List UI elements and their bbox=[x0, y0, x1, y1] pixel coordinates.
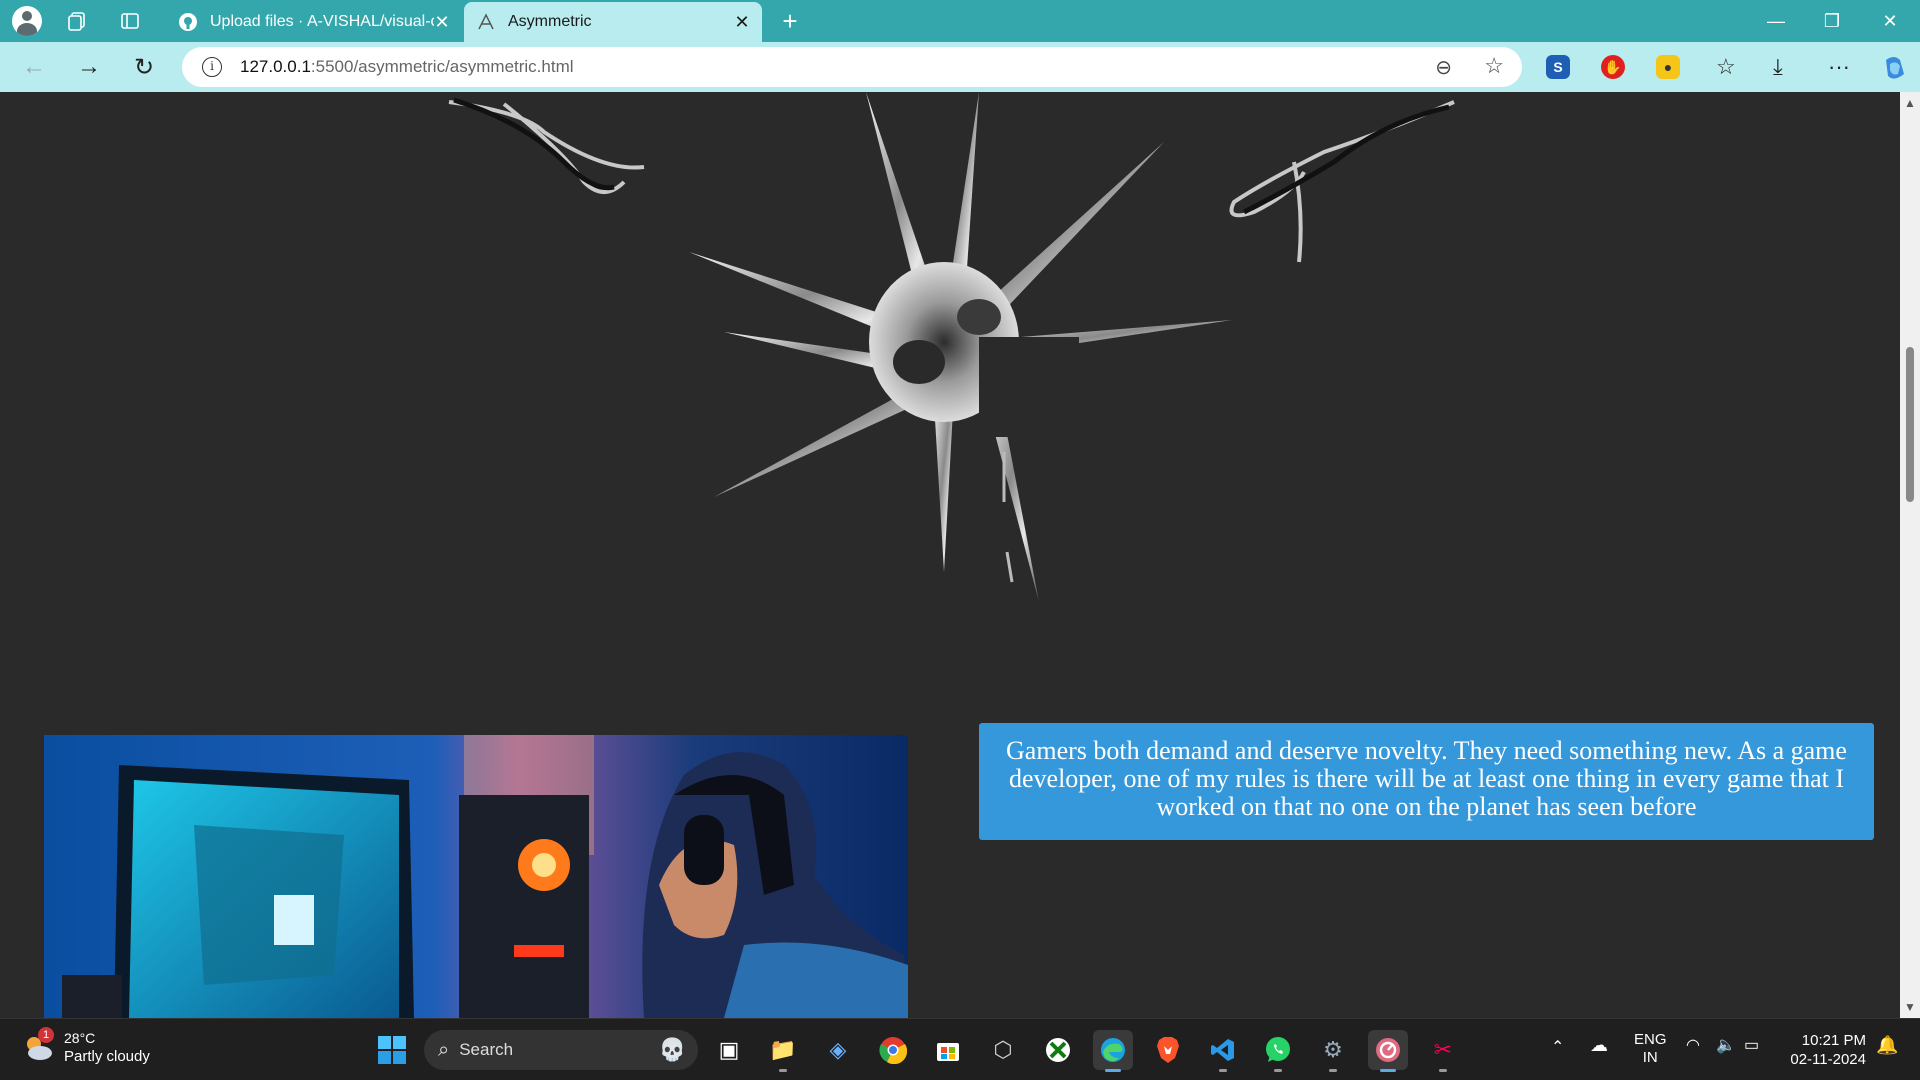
weather-badge: 1 bbox=[38, 1027, 54, 1043]
workspaces-button[interactable] bbox=[62, 6, 92, 36]
notification-bell-icon[interactable]: 🔔 bbox=[1876, 1035, 1898, 1056]
xbox-button[interactable] bbox=[1038, 1030, 1078, 1070]
vscode-icon bbox=[1211, 1039, 1234, 1061]
quote-text: Gamers both demand and deserve novelty. … bbox=[1006, 736, 1847, 821]
new-tab-button[interactable]: + bbox=[775, 6, 805, 36]
taskbar: 1 28°C Partly cloudy ⌕ Search 💀 ▣ 📁 ◈ ⬡ bbox=[0, 1018, 1920, 1080]
settings-button[interactable]: ⚙ bbox=[1313, 1030, 1353, 1072]
edge-button[interactable] bbox=[1093, 1030, 1133, 1072]
whatsapp-icon bbox=[1266, 1037, 1290, 1062]
restore-button[interactable]: ❐ bbox=[1804, 0, 1860, 42]
favorites-icon[interactable]: ☆ bbox=[1716, 54, 1736, 80]
zoom-out-icon[interactable]: ⊖ bbox=[1435, 55, 1452, 80]
scrollbar-thumb[interactable] bbox=[1906, 347, 1914, 502]
windows-logo-icon bbox=[378, 1036, 406, 1064]
battery-icon[interactable]: ▭ bbox=[1744, 1035, 1759, 1055]
start-button[interactable] bbox=[372, 1030, 412, 1070]
wifi-icon[interactable]: ◠ bbox=[1686, 1035, 1700, 1055]
url-text: 127.0.0.1:5500/asymmetric/asymmetric.htm… bbox=[240, 57, 574, 77]
extension-translate-icon[interactable]: S bbox=[1546, 55, 1570, 79]
profile-avatar-icon bbox=[12, 6, 42, 36]
task-view-button[interactable]: ▣ bbox=[709, 1030, 749, 1070]
xbox-icon bbox=[1046, 1038, 1070, 1062]
asymmetric-logo-icon bbox=[476, 12, 496, 32]
snipping-tool-button[interactable] bbox=[1368, 1030, 1408, 1072]
unity-icon: ⬡ bbox=[993, 1037, 1013, 1062]
gamer-photo bbox=[44, 735, 908, 1018]
brave-button[interactable] bbox=[1148, 1030, 1188, 1070]
close-tab-icon[interactable]: ✕ bbox=[434, 12, 450, 33]
url-field[interactable]: i 127.0.0.1:5500/asymmetric/asymmetric.h… bbox=[182, 47, 1522, 87]
url-path: :5500/asymmetric/asymmetric.html bbox=[310, 57, 574, 76]
tab-title: Upload files · A-VISHAL/visual-co bbox=[210, 13, 434, 30]
profile-button[interactable] bbox=[12, 6, 42, 36]
close-window-button[interactable]: ✕ bbox=[1862, 0, 1918, 42]
copilot-app-icon: ◈ bbox=[829, 1037, 847, 1062]
back-button[interactable]: ← bbox=[18, 52, 50, 82]
unity-button[interactable]: ⬡ bbox=[983, 1030, 1023, 1070]
url-host: 127.0.0.1 bbox=[240, 57, 311, 76]
language-code: ENG bbox=[1634, 1031, 1667, 1048]
store-icon bbox=[937, 1043, 959, 1061]
chrome-icon bbox=[879, 1037, 907, 1064]
workspaces-icon bbox=[68, 12, 85, 31]
search-label: Search bbox=[459, 1040, 514, 1059]
chrome-star-graphic bbox=[448, 92, 1455, 602]
onedrive-cloud-icon[interactable]: ☁ bbox=[1590, 1035, 1608, 1056]
show-hidden-icons-chevron[interactable]: ⌃ bbox=[1551, 1037, 1564, 1057]
tab-asymmetric[interactable]: Asymmetric ✕ bbox=[464, 2, 762, 42]
file-explorer-button[interactable]: 📁 bbox=[763, 1030, 803, 1072]
clock[interactable]: 10:21 PM 02-11-2024 bbox=[1786, 1031, 1866, 1069]
extension-notes-icon[interactable]: ● bbox=[1656, 55, 1680, 79]
partly-cloudy-icon: 1 bbox=[22, 1027, 56, 1065]
tab-actions-icon bbox=[121, 13, 139, 29]
favorite-star-icon[interactable]: ☆ bbox=[1484, 53, 1504, 79]
downloads-icon[interactable]: ⤓ bbox=[1773, 54, 1783, 80]
tab-actions-button[interactable] bbox=[115, 6, 145, 36]
tab-upload-files[interactable]: Upload files · A-VISHAL/visual-co ✕ bbox=[166, 2, 462, 42]
search-highlight-icon: 💀 bbox=[658, 1037, 686, 1062]
snip-sketch-button[interactable]: ✂ bbox=[1423, 1030, 1463, 1072]
task-view-icon: ▣ bbox=[718, 1037, 740, 1062]
page-content: Gamers both demand and deserve novelty. … bbox=[4, 92, 1900, 1018]
snipping-tool-icon bbox=[1376, 1038, 1400, 1062]
brave-icon bbox=[1157, 1037, 1179, 1063]
copilot-taskbar-button[interactable]: ◈ bbox=[818, 1030, 858, 1070]
close-tab-icon[interactable]: ✕ bbox=[734, 12, 750, 33]
tab-bar: Upload files · A-VISHAL/visual-co ✕ Asym… bbox=[0, 0, 1920, 42]
edge-icon bbox=[1101, 1038, 1125, 1062]
snip-sketch-icon: ✂ bbox=[1433, 1037, 1453, 1062]
page-scrollbar[interactable]: ▲ ▼ bbox=[1900, 92, 1920, 1018]
forward-button[interactable]: → bbox=[73, 52, 105, 82]
gear-icon: ⚙ bbox=[1323, 1037, 1343, 1062]
vscode-button[interactable] bbox=[1203, 1030, 1243, 1072]
minimize-button[interactable]: — bbox=[1748, 0, 1804, 42]
scroll-up-arrow-icon[interactable]: ▲ bbox=[1904, 96, 1916, 110]
folder-icon: 📁 bbox=[769, 1037, 797, 1062]
taskbar-search[interactable]: ⌕ Search 💀 bbox=[424, 1030, 698, 1070]
extension-adblock-icon[interactable]: ✋ bbox=[1601, 55, 1625, 79]
weather-condition: Partly cloudy bbox=[64, 1048, 150, 1065]
weather-temp: 28°C bbox=[64, 1030, 96, 1046]
refresh-button[interactable]: ↻ bbox=[128, 52, 160, 82]
address-bar: ← → ↻ i 127.0.0.1:5500/asymmetric/asymme… bbox=[0, 42, 1920, 92]
tab-title: Asymmetric bbox=[508, 13, 592, 30]
whatsapp-button[interactable] bbox=[1258, 1030, 1298, 1072]
language-region: IN bbox=[1642, 1049, 1658, 1066]
search-icon: ⌕ bbox=[438, 1038, 450, 1061]
chrome-button[interactable] bbox=[873, 1030, 913, 1070]
scroll-down-arrow-icon[interactable]: ▼ bbox=[1904, 1000, 1916, 1014]
weather-widget[interactable]: 1 28°C Partly cloudy bbox=[22, 1027, 150, 1067]
site-info-icon[interactable]: i bbox=[202, 57, 222, 77]
clock-date: 02-11-2024 bbox=[1790, 1051, 1866, 1068]
microsoft-store-button[interactable] bbox=[928, 1030, 968, 1070]
more-menu-icon[interactable]: ··· bbox=[1828, 54, 1850, 80]
clock-time: 10:21 PM bbox=[1801, 1032, 1866, 1049]
copilot-icon[interactable] bbox=[1880, 54, 1908, 88]
language-indicator[interactable]: ENG IN bbox=[1634, 1031, 1667, 1067]
volume-icon[interactable]: 🔈 bbox=[1716, 1035, 1736, 1055]
github-icon bbox=[178, 12, 198, 32]
quote-box: Gamers both demand and deserve novelty. … bbox=[979, 723, 1874, 840]
